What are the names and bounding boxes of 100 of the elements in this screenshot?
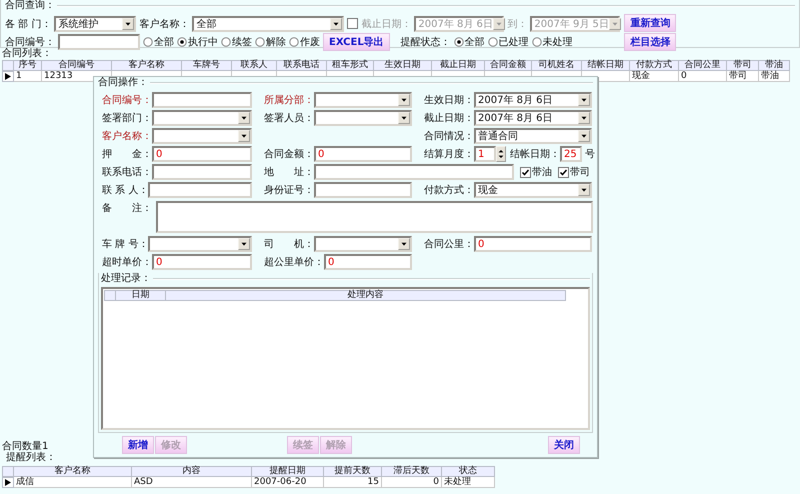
column-header[interactable]: 司机姓名 <box>532 60 582 71</box>
field-label: 押 金： <box>102 148 152 161</box>
department-dropdown[interactable]: 系统维护 <box>54 16 136 32</box>
field-label: 所属分部： <box>264 94 314 107</box>
text-input[interactable]: 0 <box>152 146 252 162</box>
column-header[interactable]: 序号 <box>14 60 42 71</box>
field-label: 合同编号： <box>102 94 152 107</box>
column-header[interactable]: 联系人 <box>232 60 277 71</box>
column-header[interactable]: 滞后天数 <box>382 466 442 477</box>
group-title: 提醒列表： <box>6 452 56 464</box>
text-input[interactable]: 0 <box>474 236 592 252</box>
caret-icon[interactable] <box>398 94 410 106</box>
column-header[interactable]: 处理内容 <box>166 290 566 301</box>
remarks-textarea[interactable] <box>156 201 593 233</box>
caret-icon[interactable] <box>578 184 590 196</box>
contract-number-input[interactable] <box>58 34 140 50</box>
day-input[interactable]: 25 <box>560 146 582 162</box>
text-input[interactable] <box>148 182 252 198</box>
radio-button[interactable] <box>177 36 187 46</box>
dropdown[interactable]: 2007年 8月 6日 <box>474 110 592 126</box>
column-header[interactable]: 租车形式 <box>327 60 374 71</box>
row-indicator[interactable] <box>2 477 14 488</box>
dropdown[interactable]: 2007年 8月 6日 <box>474 92 592 108</box>
text-input[interactable] <box>152 92 252 108</box>
table-cell: 1 <box>14 71 42 82</box>
checkbox[interactable] <box>347 18 358 29</box>
caret-icon[interactable] <box>578 112 590 124</box>
text-input[interactable]: 0 <box>314 146 412 162</box>
radio-button[interactable] <box>255 36 265 46</box>
dropdown[interactable] <box>314 92 412 108</box>
table-cell: 2007-06-20 <box>252 477 324 488</box>
dropdown[interactable] <box>314 110 412 126</box>
dropdown[interactable] <box>152 110 252 126</box>
dialog-button[interactable]: 关闭 <box>548 436 580 454</box>
text-input[interactable] <box>152 164 252 180</box>
field-label: 司 机： <box>264 238 314 251</box>
query-button[interactable]: 重新查询 <box>624 14 676 32</box>
field-label: 联 系 人： <box>102 184 148 197</box>
field-label: 到： <box>507 18 528 30</box>
radio-button[interactable] <box>454 36 464 46</box>
column-header[interactable]: 生效日期 <box>374 60 432 71</box>
checkbox[interactable] <box>558 166 569 178</box>
column-header[interactable]: 结帐日期 <box>582 60 630 71</box>
caret-icon[interactable] <box>398 238 410 250</box>
spinner-icon[interactable] <box>496 146 506 162</box>
field-label: 签署部门： <box>102 112 152 125</box>
column-header[interactable]: 带司 <box>727 60 759 71</box>
checkbox[interactable] <box>520 166 531 178</box>
radio-button[interactable] <box>143 36 153 46</box>
dropdown[interactable] <box>148 236 252 252</box>
dropdown[interactable] <box>152 128 252 144</box>
customer-dropdown[interactable]: 全部 <box>192 16 344 32</box>
column-header[interactable]: 提前天数 <box>324 466 382 477</box>
column-header[interactable]: 合同编号 <box>42 60 112 71</box>
radio-label: 续签 <box>232 36 252 48</box>
query-button[interactable]: 栏目选择 <box>624 33 676 51</box>
caret-icon[interactable] <box>238 238 250 250</box>
address-input[interactable] <box>314 164 514 180</box>
dropdown[interactable] <box>314 236 412 252</box>
column-header[interactable]: 状态 <box>442 466 495 477</box>
caret-icon[interactable] <box>398 112 410 124</box>
radio-button[interactable] <box>289 36 299 46</box>
column-header[interactable]: 车牌号 <box>182 60 232 71</box>
column-header[interactable]: 客户名称 <box>112 60 182 71</box>
field-label: 客户名称： <box>139 18 190 30</box>
contract-count: 合同数量1 <box>2 440 48 452</box>
caret-icon[interactable] <box>238 130 250 142</box>
column-header[interactable]: 合同金额 <box>485 60 532 71</box>
dropdown[interactable]: 普通合同 <box>474 128 592 144</box>
caret-icon[interactable] <box>330 18 342 30</box>
column-header[interactable]: 日期 <box>116 290 166 301</box>
column-header[interactable]: 合同公里 <box>679 60 727 71</box>
text-input[interactable] <box>314 182 412 198</box>
caret-icon[interactable] <box>578 94 590 106</box>
column-header[interactable]: 内容 <box>132 466 252 477</box>
dialog-button[interactable]: 新增 <box>122 436 154 454</box>
field-label: 身份证号： <box>264 184 314 197</box>
radio-button[interactable] <box>488 36 498 46</box>
text-input[interactable]: 0 <box>152 254 252 270</box>
table-cell: 15 <box>324 477 382 488</box>
radio-button[interactable] <box>532 36 542 46</box>
checkbox-label: 带油 <box>532 166 552 179</box>
column-header[interactable]: 提醒日期 <box>252 466 324 477</box>
column-header[interactable]: 客户名称 <box>14 466 132 477</box>
radio-button[interactable] <box>221 36 231 46</box>
field-label: 付款方式： <box>424 184 474 197</box>
caret-icon[interactable] <box>578 130 590 142</box>
caret-icon[interactable] <box>122 18 134 30</box>
dropdown[interactable]: 现金 <box>474 182 592 198</box>
month-input[interactable]: 1 <box>474 146 496 162</box>
column-header[interactable]: 付款方式 <box>630 60 679 71</box>
text-input[interactable]: 0 <box>324 254 412 270</box>
field-label: 各 部 门： <box>5 18 52 30</box>
row-pointer-icon <box>5 73 11 80</box>
column-header[interactable]: 截止日期 <box>432 60 485 71</box>
column-header[interactable]: 联系电话 <box>277 60 327 71</box>
column-header[interactable]: 带油 <box>759 60 790 71</box>
excel-export-button[interactable]: EXCEL导出 <box>323 32 390 50</box>
caret-icon[interactable] <box>238 112 250 124</box>
row-indicator[interactable] <box>2 71 14 82</box>
